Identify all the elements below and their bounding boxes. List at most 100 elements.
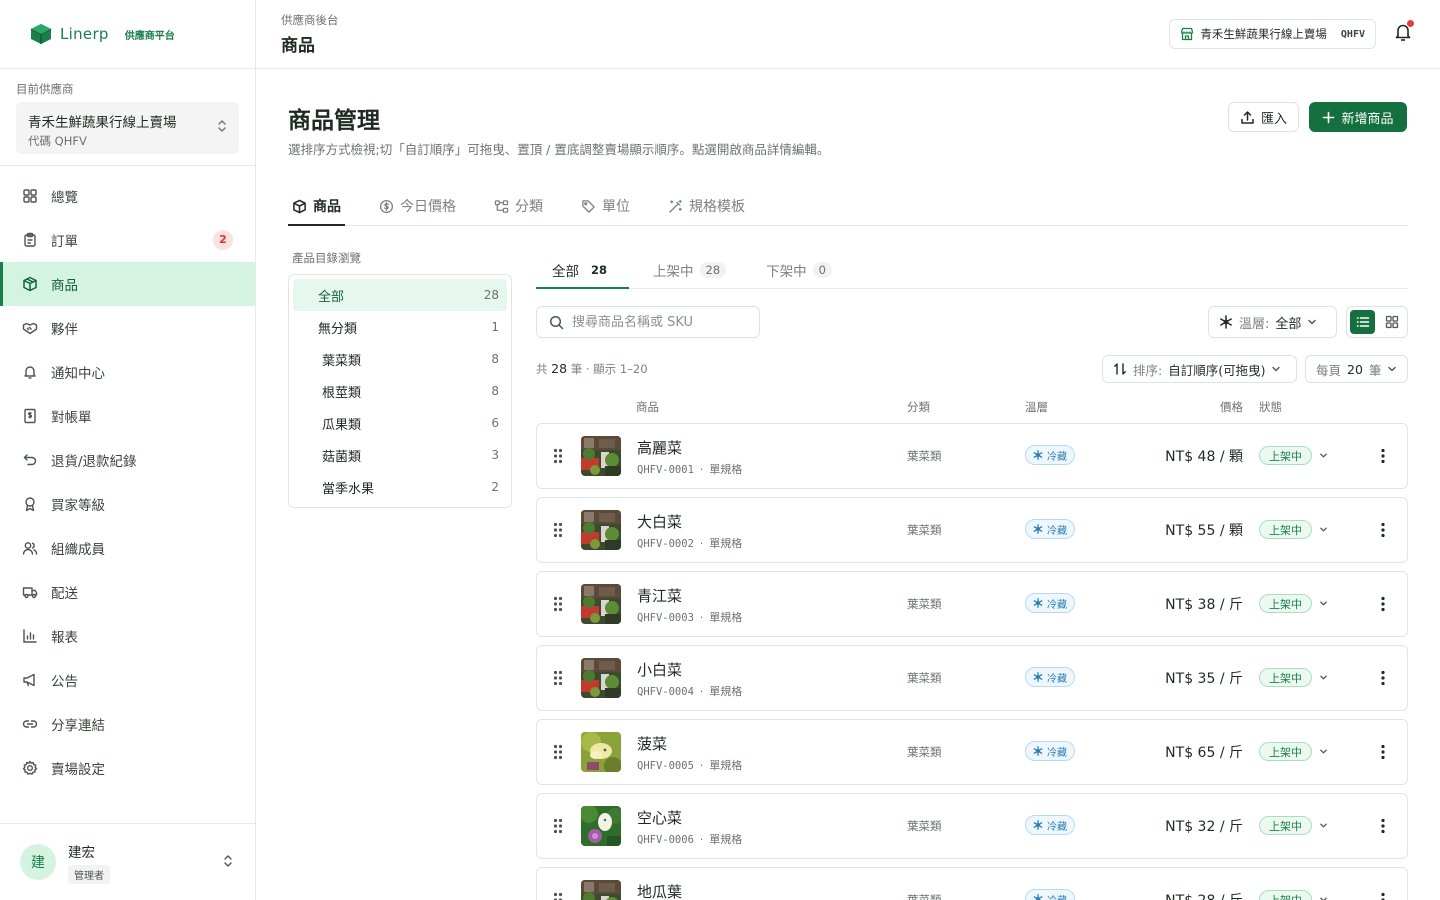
user-menu[interactable]: 建 建宏 管理者 xyxy=(0,823,255,900)
status-badge[interactable]: 上架中 xyxy=(1259,520,1312,539)
import-button[interactable]: 匯入 xyxy=(1228,102,1299,132)
product-row[interactable]: 青江菜 QHFV-0003 · 單規格 葉菜類 冷藏 NT$ 38 / 斤 上架中 xyxy=(536,571,1408,637)
more-actions-icon[interactable] xyxy=(1381,892,1385,900)
status-badge[interactable]: 上架中 xyxy=(1259,816,1312,835)
category-item-uncategorized[interactable]: 無分類 1 xyxy=(293,311,507,343)
upload-icon xyxy=(1240,110,1255,125)
product-sku: QHFV-0006 xyxy=(637,834,694,846)
sidebar-item-partners[interactable]: 夥伴 xyxy=(0,306,255,350)
drag-handle-icon[interactable] xyxy=(553,892,563,900)
chevron-down-icon xyxy=(1271,364,1281,374)
notification-dot xyxy=(1407,20,1414,27)
tab-spec-templates[interactable]: 規格模板 xyxy=(664,187,749,225)
sidebar-item-label: 賣場設定 xyxy=(51,762,105,778)
supplier-select[interactable]: 青禾生鮮蔬果行線上賣場 代碼 QHFV xyxy=(16,102,239,154)
sidebar-item-returns[interactable]: 退貨/退款紀錄 xyxy=(0,438,255,482)
notifications-button[interactable] xyxy=(1394,20,1414,42)
status-chevron-down-icon[interactable] xyxy=(1319,451,1328,460)
category-item-all[interactable]: 全部 28 xyxy=(293,279,507,311)
status-tab-listed[interactable]: 上架中 28 xyxy=(637,251,742,288)
product-row[interactable]: 地瓜葉 QHFV-0007·單規格 葉菜類 冷藏 NT$ 28 / 斤 上架中 xyxy=(536,867,1408,900)
sidebar-item-share-links[interactable]: 分享連結 xyxy=(0,702,255,746)
more-actions-icon[interactable] xyxy=(1381,448,1385,464)
product-spec: 單規格 xyxy=(709,463,743,476)
sidebar-item-buyer-tiers[interactable]: 買家等級 xyxy=(0,482,255,526)
list-view-button[interactable] xyxy=(1350,310,1375,334)
add-product-button[interactable]: 新增商品 xyxy=(1309,102,1407,132)
more-actions-icon[interactable] xyxy=(1381,596,1385,612)
status-tab-unlisted[interactable]: 下架中 0 xyxy=(750,251,848,288)
tab-units[interactable]: 單位 xyxy=(577,187,634,225)
sort-select[interactable]: 排序: 自訂順序(可拖曳) xyxy=(1102,355,1297,383)
sidebar-item-delivery[interactable]: 配送 xyxy=(0,570,255,614)
column-header-temperature: 溫層 xyxy=(1025,400,1048,414)
sidebar-item-orders[interactable]: 訂單 2 xyxy=(0,218,255,262)
status-chevron-down-icon[interactable] xyxy=(1319,673,1328,682)
search-input[interactable] xyxy=(572,314,747,330)
temperature-filter[interactable]: 溫層: 全部 xyxy=(1208,306,1337,338)
sidebar-item-overview[interactable]: 總覽 xyxy=(0,174,255,218)
more-actions-icon[interactable] xyxy=(1381,744,1385,760)
drag-handle-icon[interactable] xyxy=(553,670,563,686)
product-row[interactable]: 菠菜 QHFV-0005 · 單規格 葉菜類 冷藏 NT$ 65 / 斤 上架中 xyxy=(536,719,1408,785)
sidebar-item-announcements[interactable]: 公告 xyxy=(0,658,255,702)
category-item-leafy[interactable]: 葉菜類 8 xyxy=(293,343,507,375)
store-chip[interactable]: 青禾生鮮蔬果行線上賣場 QHFV xyxy=(1169,19,1376,49)
product-thumbnail xyxy=(581,510,621,550)
grid-view-button[interactable] xyxy=(1379,310,1404,334)
status-badge[interactable]: 上架中 xyxy=(1259,594,1312,613)
invoice-icon xyxy=(22,408,38,424)
sidebar-item-reports[interactable]: 報表 xyxy=(0,614,255,658)
sidebar-item-statements[interactable]: 對帳單 xyxy=(0,394,255,438)
status-chevron-down-icon[interactable] xyxy=(1319,747,1328,756)
view-toggle xyxy=(1346,306,1408,338)
section-tabs: 商品 今日價格 分類 單位 規格模板 xyxy=(288,187,1408,226)
status-chevron-down-icon[interactable] xyxy=(1319,895,1328,900)
sidebar-item-notifications[interactable]: 通知中心 xyxy=(0,350,255,394)
more-actions-icon[interactable] xyxy=(1381,522,1385,538)
category-count: 28 xyxy=(483,288,499,302)
status-badge[interactable]: 上架中 xyxy=(1259,668,1312,687)
brand[interactable]: Linerp 供應商平台 xyxy=(0,0,255,69)
page-size-select[interactable]: 每頁 20 筆 xyxy=(1305,355,1408,383)
product-thumbnail xyxy=(581,732,621,772)
category-count: 6 xyxy=(491,416,499,430)
product-name: 菠菜 xyxy=(637,735,668,753)
status-badge[interactable]: 上架中 xyxy=(1259,446,1312,465)
sidebar-item-label: 買家等級 xyxy=(51,498,105,514)
category-item-seasonal-fruit[interactable]: 當季水果 2 xyxy=(293,471,507,503)
product-row[interactable]: 空心菜 QHFV-0006 · 單規格 葉菜類 冷藏 NT$ 32 / 斤 上架中 xyxy=(536,793,1408,859)
status-chevron-down-icon[interactable] xyxy=(1319,525,1328,534)
status-chevron-down-icon[interactable] xyxy=(1319,599,1328,608)
status-chevron-down-icon[interactable] xyxy=(1319,821,1328,830)
tab-categories[interactable]: 分類 xyxy=(490,187,547,225)
drag-handle-icon[interactable] xyxy=(553,448,563,464)
product-row[interactable]: 大白菜 QHFV-0002 · 單規格 葉菜類 冷藏 NT$ 55 / 顆 上架中 xyxy=(536,497,1408,563)
breadcrumb[interactable]: 供應商後台 xyxy=(281,12,339,28)
drag-handle-icon[interactable] xyxy=(553,596,563,612)
product-price: NT$ 65 / 斤 xyxy=(1165,745,1243,761)
tab-today-prices[interactable]: 今日價格 xyxy=(375,187,460,225)
drag-handle-icon[interactable] xyxy=(553,744,563,760)
product-row[interactable]: 高麗菜 QHFV-0001 · 單規格 葉菜類 冷藏 NT$ 48 / 顆 上架中 xyxy=(536,423,1408,489)
store-icon xyxy=(1180,27,1194,41)
more-actions-icon[interactable] xyxy=(1381,818,1385,834)
more-actions-icon[interactable] xyxy=(1381,670,1385,686)
tab-products[interactable]: 商品 xyxy=(288,187,345,226)
drag-handle-icon[interactable] xyxy=(553,818,563,834)
drag-handle-icon[interactable] xyxy=(553,522,563,538)
category-item-gourds[interactable]: 瓜果類 6 xyxy=(293,407,507,439)
brand-tag: 供應商平台 xyxy=(124,30,175,42)
status-badge[interactable]: 上架中 xyxy=(1259,742,1312,761)
category-item-mushrooms[interactable]: 菇菌類 3 xyxy=(293,439,507,471)
product-row[interactable]: 小白菜 QHFV-0004 · 單規格 葉菜類 冷藏 NT$ 35 / 斤 上架中 xyxy=(536,645,1408,711)
sidebar-item-label: 通知中心 xyxy=(51,366,105,382)
search-box[interactable] xyxy=(536,306,760,338)
product-thumbnail xyxy=(581,658,621,698)
sidebar-item-store-settings[interactable]: 賣場設定 xyxy=(0,746,255,790)
sidebar-item-products[interactable]: 商品 xyxy=(0,262,255,306)
category-item-roots[interactable]: 根莖類 8 xyxy=(293,375,507,407)
status-badge[interactable]: 上架中 xyxy=(1259,890,1312,900)
sidebar-item-members[interactable]: 組織成員 xyxy=(0,526,255,570)
status-tab-all[interactable]: 全部 28 xyxy=(536,251,630,289)
